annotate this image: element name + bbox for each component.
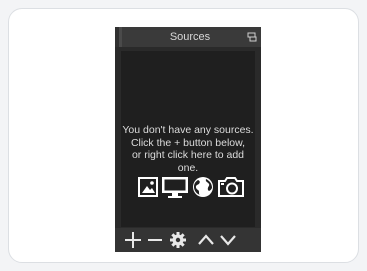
sources-list[interactable]: You don't have any sources. Click the + … xyxy=(121,51,255,227)
sources-dock: Sources You don't have any sources. Clic… xyxy=(115,27,261,252)
empty-state-message: You don't have any sources. Click the + … xyxy=(121,124,255,174)
camera-icon xyxy=(218,177,244,197)
image-icon xyxy=(138,177,158,197)
dock-title: Sources xyxy=(169,31,211,43)
empty-state-icons xyxy=(137,175,247,203)
globe-icon xyxy=(193,177,213,197)
dock-title-bar[interactable]: Sources xyxy=(115,27,261,47)
move-down-icon[interactable] xyxy=(219,231,237,249)
empty-line-1: You don't have any sources. xyxy=(122,124,254,136)
properties-gear-icon[interactable] xyxy=(169,231,187,249)
move-up-icon[interactable] xyxy=(197,231,215,249)
add-icon[interactable] xyxy=(124,231,142,249)
remove-icon[interactable] xyxy=(146,231,164,249)
empty-line-2: Click the + button below, xyxy=(130,136,246,149)
display-icon xyxy=(162,177,188,198)
sources-toolbar xyxy=(115,228,261,252)
empty-line-3: or right click here to add one. xyxy=(131,149,245,174)
float-dock-icon[interactable] xyxy=(247,32,257,42)
